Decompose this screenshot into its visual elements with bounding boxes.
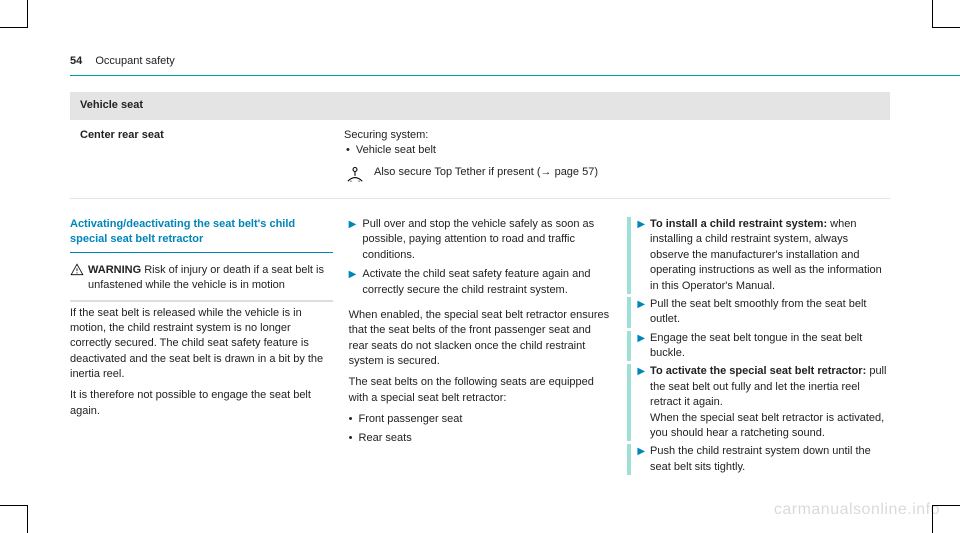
teal-bar-icon (627, 297, 631, 328)
step-text: Push the child restraint system down unt… (650, 444, 890, 475)
page-number: 54 (70, 55, 82, 67)
teal-bar-icon (627, 444, 631, 475)
instruction-step: ▶ Push the child restraint system down u… (627, 444, 890, 475)
bullet-icon (349, 412, 353, 427)
step-marker-icon: ▶ (637, 364, 645, 441)
step-marker-icon: ▶ (637, 297, 645, 328)
crop-mark-bl (0, 505, 28, 533)
step-marker-icon: ▶ (349, 267, 357, 298)
header-rule (70, 75, 890, 76)
warning-label: WARNING (88, 264, 141, 276)
list-item: Rear seats (349, 431, 612, 446)
teal-bar-icon (627, 364, 631, 441)
column-3: ▶ To install a child restraint system: w… (627, 217, 890, 478)
step-text: To activate the special seat belt retrac… (650, 364, 890, 441)
section-name: Occupant safety (95, 55, 175, 67)
watermark: carmanualsonline.info (774, 499, 940, 521)
body-paragraph: The seat belts on the following seats ar… (349, 375, 612, 406)
column-2: ▶ Pull over and stop the vehicle safely … (349, 217, 612, 478)
instruction-step: ▶ To install a child restraint system: w… (627, 217, 890, 294)
table-header: Vehicle seat (70, 92, 890, 119)
warning-icon (70, 263, 84, 282)
teal-bar-icon (627, 217, 631, 294)
bullet-icon (349, 431, 353, 446)
step-marker-icon: ▶ (637, 217, 645, 294)
step-text: Pull the seat belt smoothly from the sea… (650, 297, 890, 328)
teal-bar-icon (627, 331, 631, 362)
table-row: Center rear seat Securing system: Vehicl… (70, 120, 890, 199)
list-item: Front passenger seat (349, 412, 612, 427)
step-marker-icon: ▶ (349, 217, 357, 263)
content-columns: Activating/deactivating the seat belt's … (70, 217, 890, 478)
running-header: 54 Occupant safety (70, 54, 890, 69)
table-row-label: Center rear seat (80, 128, 344, 143)
body-paragraph: When enabled, the special seat belt retr… (349, 308, 612, 370)
instruction-step: ▶ Engage the seat belt tongue in the sea… (627, 331, 890, 362)
step-text: Pull over and stop the vehicle safely as… (362, 217, 611, 263)
step-bold: To install a child restraint system: (650, 218, 827, 230)
crop-mark-tr (932, 0, 960, 28)
warning-header: WARNING Risk of injury or death if a sea… (70, 261, 333, 302)
step-tail: When the special seat belt retractor is … (650, 411, 890, 442)
manual-page: 54 Occupant safety Vehicle seat Center r… (0, 0, 960, 498)
warning-paragraph-2: It is therefore not possible to engage t… (70, 388, 333, 419)
securing-label: Securing system: (344, 128, 880, 143)
securing-bullet: Vehicle seat belt (344, 143, 880, 158)
vehicle-seat-table: Vehicle seat Center rear seat Securing s… (70, 92, 890, 199)
list-text: Front passenger seat (359, 412, 463, 427)
table-row-content: Securing system: Vehicle seat belt Also … (344, 128, 880, 188)
procedure-step: ▶ Pull over and stop the vehicle safely … (349, 217, 612, 263)
tether-row: Also secure Top Tether if present (→ pag… (344, 159, 880, 188)
warning-paragraph-1: If the seat belt is released while the v… (70, 306, 333, 383)
step-marker-icon: ▶ (637, 331, 645, 362)
column-1: Activating/deactivating the seat belt's … (70, 217, 333, 478)
step-text: To install a child restraint system: whe… (650, 217, 890, 294)
crop-mark-tl (0, 0, 28, 28)
instruction-step: ▶ To activate the special seat belt retr… (627, 364, 890, 441)
step-bold: To activate the special seat belt retrac… (650, 365, 866, 377)
step-marker-icon: ▶ (637, 444, 645, 475)
step-text: Activate the child seat safety feature a… (362, 267, 611, 298)
section-heading: Activating/deactivating the seat belt's … (70, 217, 333, 253)
top-tether-icon (344, 165, 366, 188)
instruction-step: ▶ Pull the seat belt smoothly from the s… (627, 297, 890, 328)
list-text: Rear seats (359, 431, 412, 446)
step-text: Engage the seat belt tongue in the seat … (650, 331, 890, 362)
warning-box: WARNING Risk of injury or death if a sea… (70, 261, 333, 430)
tether-text: Also secure Top Tether if present (→ pag… (374, 165, 598, 180)
procedure-step: ▶ Activate the child seat safety feature… (349, 267, 612, 298)
